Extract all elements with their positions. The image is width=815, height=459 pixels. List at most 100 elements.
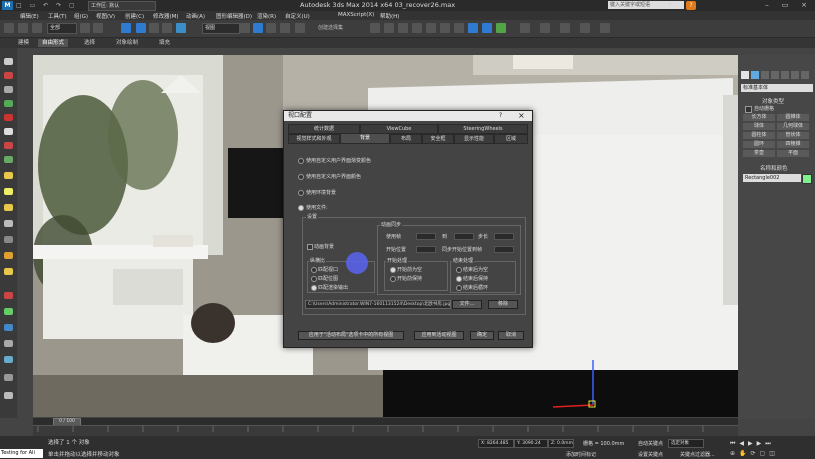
tool-icon-2[interactable]	[4, 72, 13, 79]
motion-tab-icon[interactable]	[771, 71, 779, 79]
object-name-input[interactable]: Rectangle002	[743, 174, 801, 182]
tool-icon-10[interactable]	[4, 188, 13, 195]
tool-icon-11[interactable]	[4, 204, 13, 211]
object-category-dropdown[interactable]: 标准基本体	[741, 84, 813, 92]
quick-access-toolbar[interactable]: □ ▭ ↶ ↷ ▢	[16, 2, 78, 9]
tab-safe-frames[interactable]: 安全框	[422, 134, 454, 144]
rectangular-selection-icon[interactable]	[121, 23, 131, 33]
tool-icon-6[interactable]	[4, 128, 13, 135]
menu-maxscript[interactable]: MAXScript(X)	[338, 12, 374, 18]
material-editor-icon[interactable]	[454, 23, 464, 33]
tab-steeringwheels[interactable]: SteeringWheels	[438, 124, 528, 134]
tool-icon-12[interactable]	[4, 220, 13, 227]
max-icon-1[interactable]	[520, 23, 530, 33]
menu-graph-editors[interactable]: 图形编辑器(D)	[216, 12, 252, 20]
time-slider[interactable]: 0 / 100	[33, 418, 738, 426]
layer-icon[interactable]	[398, 23, 408, 33]
z-coordinate[interactable]: Z: 0.0mm	[548, 439, 574, 448]
cone-button[interactable]: 圆锥体	[777, 114, 809, 121]
tool-icon-4[interactable]	[4, 100, 13, 107]
tab-populate[interactable]: 填充	[155, 39, 174, 47]
reference-coordinate-dropdown[interactable]: 视图	[202, 23, 240, 34]
tab-background[interactable]: 背景	[340, 133, 390, 144]
radio-match-bitmap[interactable]	[311, 276, 317, 282]
select-object-icon[interactable]	[80, 23, 90, 33]
link-icon[interactable]	[32, 23, 42, 33]
name-color-rollout-title[interactable]: 名称和颜色	[760, 164, 788, 172]
menu-help[interactable]: 帮助(H)	[380, 12, 399, 20]
radio-match-render[interactable]	[311, 285, 317, 291]
playback-controls[interactable]: ⏮◀▶▶⏭	[730, 440, 810, 448]
sphere-button[interactable]: 球体	[743, 123, 775, 130]
close-icon[interactable]: ×	[797, 0, 811, 10]
display-tab-icon[interactable]	[781, 71, 789, 79]
mirror-icon[interactable]	[370, 23, 380, 33]
radio-ui-color[interactable]	[298, 174, 304, 180]
menu-views[interactable]: 视图(V)	[96, 12, 115, 20]
menu-modifiers[interactable]: 修改器(M)	[153, 12, 179, 20]
max-icon-4[interactable]	[580, 23, 590, 33]
tool-icon-15[interactable]	[4, 268, 13, 275]
tab-display-performance[interactable]: 显示性能	[454, 134, 494, 144]
create-tab-icon[interactable]	[741, 71, 749, 79]
radio-blank-before[interactable]	[390, 267, 396, 273]
geosphere-button[interactable]: 几何球体	[777, 123, 809, 130]
rotate-icon[interactable]	[149, 23, 159, 33]
pivot-center-icon[interactable]	[240, 23, 250, 33]
minimize-icon[interactable]: –	[760, 0, 774, 10]
apply-active-view-button[interactable]: 应用到活动视图	[414, 331, 464, 340]
snap-icon[interactable]	[176, 23, 186, 33]
extra-tab-icon[interactable]	[801, 71, 809, 79]
redo-icon[interactable]	[18, 23, 28, 33]
max-icon-2[interactable]	[540, 23, 550, 33]
selected-dropdown[interactable]: 选定对象	[668, 439, 704, 448]
cylinder-button[interactable]: 圆柱体	[743, 132, 775, 139]
set-key-label[interactable]: 设置关键点	[638, 451, 663, 458]
pyramid-button[interactable]: 四棱锥	[777, 141, 809, 148]
dialog-help-icon[interactable]: ?	[499, 111, 502, 121]
schematic-icon[interactable]	[440, 23, 450, 33]
files-button[interactable]: 文件...	[452, 300, 482, 309]
plane-button[interactable]: 平面	[777, 150, 809, 157]
torus-button[interactable]: 圆环	[743, 141, 775, 148]
tool-icon-16[interactable]	[4, 292, 13, 299]
navigation-controls[interactable]: ⊕✋⟳▢◫	[730, 450, 810, 458]
tube-button[interactable]: 管状体	[777, 132, 809, 139]
dialog-close-icon[interactable]: ×	[518, 111, 525, 121]
tool-icon-20[interactable]	[4, 356, 13, 363]
help-icon[interactable]: ?	[686, 1, 696, 10]
to-spinner[interactable]	[454, 233, 474, 240]
menu-create[interactable]: 创建(C)	[125, 12, 144, 20]
tool-icon-14[interactable]	[4, 252, 13, 259]
sync-frame-spinner[interactable]	[494, 246, 514, 253]
key-filters-button[interactable]: 关键点过滤器...	[680, 451, 715, 458]
app-logo-icon[interactable]: M	[2, 1, 13, 10]
menu-tools[interactable]: 工具(T)	[48, 12, 67, 20]
max-icon-3[interactable]	[560, 23, 570, 33]
tab-modeling[interactable]: 建模	[14, 39, 33, 47]
tool-icon-5[interactable]	[4, 114, 13, 121]
tool-icon-9[interactable]	[4, 172, 13, 179]
tab-object-paint[interactable]: 对象绘制	[112, 39, 142, 47]
step-spinner[interactable]	[494, 233, 514, 240]
scale-icon[interactable]	[162, 23, 172, 33]
background-file-path[interactable]: C:\Users\Administrator.WIN7-1601131524\D…	[305, 300, 451, 309]
y-coordinate[interactable]: Y: 3090.24	[514, 439, 548, 448]
object-type-rollout-title[interactable]: 对象类型	[762, 97, 784, 105]
modify-tab-icon[interactable]	[751, 71, 759, 79]
tab-layout[interactable]: 布局	[390, 134, 422, 144]
tab-visual-style[interactable]: 视觉样式和外观	[288, 134, 340, 144]
radio-ui-gradient[interactable]	[298, 158, 304, 164]
ok-button[interactable]: 确定	[470, 331, 494, 340]
radio-hold-after[interactable]	[456, 276, 462, 282]
tool-icon-13[interactable]	[4, 236, 13, 243]
maxscript-listener[interactable]: Testing for Ali	[0, 449, 43, 458]
tool-icon-17[interactable]	[4, 308, 13, 315]
edit-named-sel-icon[interactable]	[295, 23, 305, 33]
selection-filter-dropdown[interactable]: 全部	[47, 23, 77, 34]
teapot-button[interactable]: 茶壶	[743, 150, 775, 157]
radio-loop-after[interactable]	[456, 285, 462, 291]
radio-match-viewport[interactable]	[311, 267, 317, 273]
radio-environment[interactable]	[298, 190, 304, 196]
tool-icon-21[interactable]	[4, 374, 13, 381]
